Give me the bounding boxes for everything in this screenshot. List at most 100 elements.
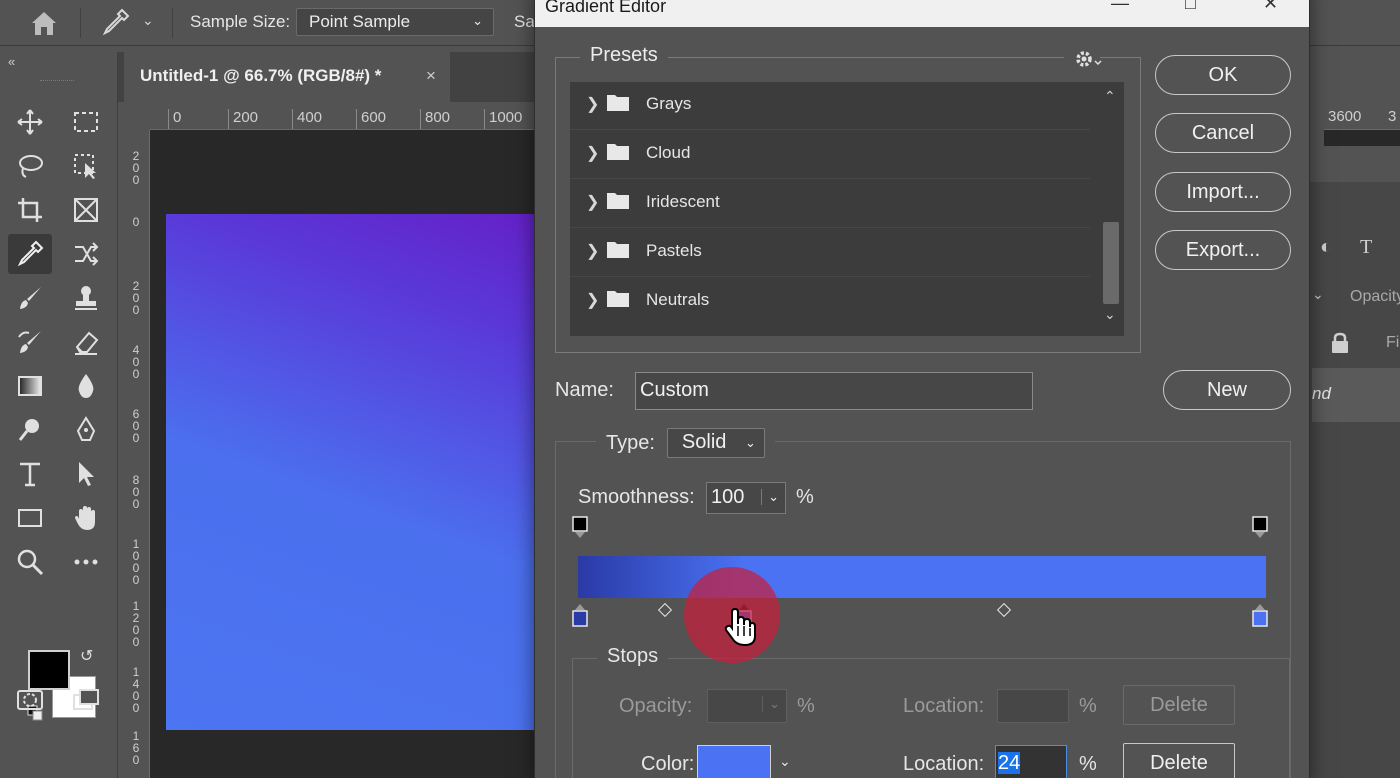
- opacity-stop-left[interactable]: [572, 516, 588, 540]
- ruler-tick: 1400: [132, 666, 140, 714]
- marquee-tool-icon[interactable]: [64, 102, 108, 142]
- chevron-down-icon[interactable]: ⌄: [1312, 286, 1324, 303]
- zoom-tool-icon[interactable]: [8, 542, 52, 582]
- gear-icon[interactable]: [1064, 46, 1102, 72]
- minimize-icon[interactable]: —: [1111, 0, 1129, 14]
- gradient-type-select[interactable]: Solid ⌄: [666, 428, 765, 458]
- chevron-down-icon[interactable]: ⌄: [779, 753, 791, 770]
- gradient-preview-bar[interactable]: [578, 556, 1266, 598]
- hand-tool-icon[interactable]: [64, 498, 108, 538]
- gradient-tool-icon[interactable]: [8, 366, 52, 406]
- pen-tool-icon[interactable]: [64, 410, 108, 450]
- color-stop-left[interactable]: [572, 602, 588, 628]
- more-tools-icon[interactable]: [64, 542, 108, 582]
- chevron-up-icon[interactable]: ⌃: [1104, 88, 1116, 105]
- lasso-tool-icon[interactable]: [8, 146, 52, 186]
- preset-folder-item[interactable]: ❯ Cloud: [570, 131, 1090, 179]
- vertical-ruler: 2000200400600800100012001400160: [122, 130, 150, 778]
- chevron-right-icon[interactable]: ❯: [586, 94, 599, 114]
- document-tab[interactable]: Untitled-1 @ 66.7% (RGB/8#) * ×: [124, 52, 450, 102]
- color-stop-right[interactable]: [1252, 602, 1268, 628]
- chevron-down-icon[interactable]: ⌄: [142, 12, 154, 29]
- folder-icon: [607, 144, 629, 160]
- canvas-area[interactable]: [150, 130, 550, 778]
- chevron-down-icon[interactable]: ⌄: [1104, 306, 1116, 323]
- sample-size-select[interactable]: Point Sample ⌄: [296, 8, 494, 36]
- stops-label: Stops: [597, 645, 669, 668]
- object-selection-tool-icon[interactable]: [64, 146, 108, 186]
- close-icon[interactable]: ✕: [1263, 0, 1278, 14]
- layer-row[interactable]: nd: [1312, 368, 1400, 422]
- panel-grip[interactable]: [40, 80, 74, 82]
- preset-folder-item[interactable]: ❯ Pastels: [570, 229, 1090, 277]
- type-tool-icon[interactable]: [8, 454, 52, 494]
- maximize-icon[interactable]: □: [1185, 0, 1196, 14]
- preset-folder-item[interactable]: ❯ Iridescent: [570, 180, 1090, 228]
- gradient-name-input[interactable]: Custom: [635, 372, 1033, 410]
- ruler-tick: 3: [1388, 108, 1397, 125]
- color-location-input[interactable]: 24: [995, 745, 1067, 778]
- scrollbar-thumb[interactable]: [1103, 222, 1119, 304]
- export-button[interactable]: Export...: [1155, 230, 1291, 270]
- eyedropper-preset-icon[interactable]: [98, 6, 132, 40]
- type-layer-icon[interactable]: T: [1360, 236, 1372, 259]
- presets-group: Presets ❯ Grays ❯ Cloud ❯ Iridescent ❯ P…: [555, 44, 1141, 353]
- new-button[interactable]: New: [1163, 370, 1291, 410]
- delete-color-stop-button[interactable]: Delete: [1123, 743, 1235, 778]
- history-brush-tool-icon[interactable]: [8, 322, 52, 362]
- midpoint-diamond[interactable]: [657, 602, 673, 618]
- adjustment-layer-icon[interactable]: ◐: [1320, 236, 1332, 259]
- preset-folder-item[interactable]: ❯ Grays: [570, 82, 1090, 130]
- folder-icon: [607, 291, 629, 307]
- screen-mode-icon[interactable]: [64, 680, 108, 720]
- chevron-right-icon[interactable]: ❯: [586, 192, 599, 212]
- midpoint-diamond[interactable]: [996, 602, 1012, 618]
- preset-folder-label: Cloud: [646, 143, 691, 162]
- ruler-tick: 3600: [1328, 108, 1362, 125]
- opacity-label: Opacity:: [619, 695, 693, 717]
- stop-color-swatch[interactable]: [697, 745, 771, 778]
- ruler-tick: 400: [132, 344, 140, 380]
- close-icon[interactable]: ×: [426, 66, 436, 86]
- cancel-button[interactable]: Cancel: [1155, 113, 1291, 153]
- preset-folder-label: Iridescent: [646, 192, 720, 211]
- dialog-title: Gradient Editor: [545, 0, 667, 16]
- opacity-stop-right[interactable]: [1252, 516, 1268, 540]
- presets-scrollbar[interactable]: ⌃ ⌄: [1100, 82, 1122, 336]
- swap-colors-icon[interactable]: ↺: [80, 646, 93, 666]
- ruler-tick-digit: 0: [132, 753, 140, 767]
- content-aware-move-icon[interactable]: [64, 234, 108, 274]
- ruler-tick-digit: 0: [132, 367, 140, 381]
- ok-button[interactable]: OK: [1155, 55, 1291, 95]
- chevron-right-icon[interactable]: ❯: [586, 290, 599, 310]
- eyedropper-tool-icon[interactable]: [8, 234, 52, 274]
- home-icon[interactable]: [26, 8, 62, 38]
- chevron-right-icon[interactable]: ❯: [586, 241, 599, 261]
- foreground-color[interactable]: [28, 650, 70, 690]
- preset-folder-label: Pastels: [646, 241, 702, 260]
- path-selection-tool-icon[interactable]: [64, 454, 108, 494]
- document-canvas[interactable]: [166, 214, 550, 730]
- clone-stamp-tool-icon[interactable]: [64, 278, 108, 318]
- smoothness-input[interactable]: 100 ⌄: [706, 482, 786, 514]
- chevron-right-icon[interactable]: ❯: [586, 143, 599, 163]
- move-tool-icon[interactable]: [8, 102, 52, 142]
- dialog-titlebar[interactable]: Gradient Editor — □ ✕: [535, 0, 1309, 27]
- brush-tool-icon[interactable]: [8, 278, 52, 318]
- ruler-tick: 800: [132, 474, 140, 510]
- type-label: Type:: [606, 431, 655, 454]
- eraser-tool-icon[interactable]: [64, 322, 108, 362]
- ruler-tick-digit: 0: [132, 215, 140, 229]
- opacity-unit: %: [797, 695, 815, 717]
- chevron-down-icon[interactable]: ⌄: [761, 489, 779, 505]
- rectangle-tool-icon[interactable]: [8, 498, 52, 538]
- import-button[interactable]: Import...: [1155, 172, 1291, 212]
- lock-icon[interactable]: [1330, 332, 1350, 354]
- crop-tool-icon[interactable]: [8, 190, 52, 230]
- frame-tool-icon[interactable]: [64, 190, 108, 230]
- dodge-tool-icon[interactable]: [8, 410, 52, 450]
- ruler-tick: 1200: [132, 600, 140, 648]
- collapse-icon[interactable]: «: [8, 54, 15, 69]
- preset-folder-item[interactable]: ❯ Neutrals: [570, 278, 1090, 326]
- blur-tool-icon[interactable]: [64, 366, 108, 406]
